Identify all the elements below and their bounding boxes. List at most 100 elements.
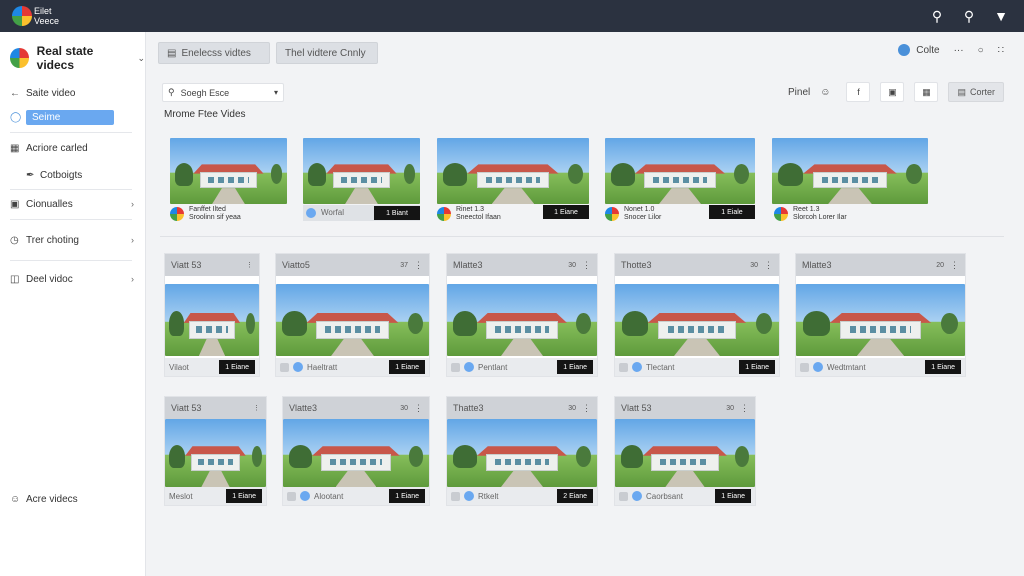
checkbox-icon[interactable] [619,362,628,372]
card-header: Vlatt 53 30 ⋮ [615,397,755,419]
video-card[interactable]: Vlatte3 30 ⋮ Alootant 1 Eiane [282,396,430,506]
image-icon[interactable]: ▣ [880,82,905,102]
actions-bar: Pinel ☺ f ▣ ▦ ▤ Corter [788,82,1004,102]
count-label: 30 [750,261,758,269]
corter-label: Corter [969,87,995,97]
checkbox-icon[interactable] [280,362,289,372]
card-foot-label: Rtkelt [478,491,499,501]
video-thumb[interactable] [615,419,755,487]
featured-thumb-3[interactable] [437,138,589,204]
sidebar-item-cionualles[interactable]: ▣ Cionualles › [10,195,134,213]
sidebar-item-acriore-carled[interactable]: ▦ Acriore carled [10,139,134,157]
featured-title: Nonet 1.0 [624,206,655,213]
more-icon[interactable]: ⋮ [582,403,591,414]
card-title: Vlatt 53 [621,403,652,413]
corter-button[interactable]: ▤ Corter [948,82,1004,102]
more-icon[interactable]: ⋮ [764,260,773,271]
calendar-icon[interactable]: ▦ [914,82,939,102]
more-icon[interactable]: ⋮ [253,404,260,412]
chevron-right-icon: › [131,235,134,245]
featured-subtitle: Sneectol Ifaan [456,214,501,221]
sidebar-item-seime[interactable]: ◯ Seime [10,108,134,126]
checkbox-icon[interactable] [619,491,628,501]
avatar [437,207,451,221]
video-thumb[interactable] [615,284,779,356]
featured-thumb-2[interactable] [303,138,420,204]
featured-title: Reet 1.3 [793,206,820,213]
video-card[interactable]: Vlatt 53 30 ⋮ Caorbsant 1 Eiane [614,396,756,506]
filter-button-enelecss[interactable]: ▤ Enelecss vidtes [158,42,270,64]
video-card[interactable]: Viatt 53 ⋮ Meslot 1 Eiane [164,396,267,506]
featured-thumb-4[interactable] [605,138,755,204]
video-card[interactable]: Mlatte3 30 ⋮ Pentlant 1 Eiane [446,253,598,377]
count-label: 30 [400,404,408,412]
avatar [813,362,823,372]
card-foot-label: Vilaot [169,362,189,372]
featured-thumb-5[interactable] [772,138,928,204]
facebook-icon[interactable]: f [846,82,871,102]
more-icon[interactable]: ⋮ [582,260,591,271]
more-icon[interactable]: ⋮ [246,261,253,269]
video-thumb[interactable] [165,419,266,487]
video-thumb[interactable] [447,419,597,487]
card-foot-label: Haeltratt [307,362,338,372]
list-icon: ▤ [167,47,177,59]
sidebar-item-saite-video[interactable]: ← Saite video [10,84,134,102]
top-bar: Eilet Veece ⚲ ⚲ ▼ [0,0,1024,32]
checkbox-icon[interactable] [451,491,460,501]
dropdown-icon[interactable]: ▼ [992,7,1010,25]
card-title: Mlatte3 [802,260,832,270]
more-icon[interactable]: ⋮ [414,403,423,414]
video-card[interactable]: Viatto5 37 ⋮ Haeltratt 1 Eiane [275,253,430,377]
card-header: Viatto5 37 ⋮ [276,254,429,276]
featured-foot-2: Worfal 1 Biant [303,205,420,221]
colte-label: Colte [916,44,940,56]
card-title: Viatt 53 [171,260,202,270]
video-card[interactable]: Viatt 53 ⋮ Vilaot 1 Eiane [164,253,260,377]
checkbox-icon[interactable] [451,362,460,372]
search-dropdown[interactable]: ⚲ Soegh Esce ▾ [162,83,284,102]
circle-icon[interactable]: ○ [978,45,984,56]
sidebar-item-label: Acriore carled [26,142,88,154]
filter-button-thel[interactable]: Thel vidtere Cnnly [276,42,378,64]
card-title: Viatto5 [282,260,310,270]
card-header: Thotte3 30 ⋮ [615,254,779,276]
video-thumb[interactable] [165,284,259,356]
section-divider [160,236,1004,237]
card-title: Viatt 53 [171,403,202,413]
user-icon[interactable]: ☺ [820,87,830,98]
avatar [632,362,642,372]
checkbox-icon[interactable] [287,491,296,501]
checkbox-icon[interactable] [800,362,809,372]
featured-subtitle: Snocer Lilor [624,214,662,221]
duration-badge: 1 Eiane [715,489,751,503]
brand-logo-icon [10,48,29,68]
sidebar-item-trer-choting[interactable]: ◷ Trer choting › [10,231,134,249]
toolbar-right: Colte ··· ○ ∷ [898,44,1004,56]
video-card[interactable]: Thotte3 30 ⋮ Tlectant 1 Eiane [614,253,780,377]
featured-thumb-1[interactable] [170,138,287,204]
video-thumb[interactable] [283,419,429,487]
sidebar-item-deel-vidoc[interactable]: ◫ Deel vidoc › [10,270,134,288]
video-thumb[interactable] [796,284,965,356]
more-icon[interactable]: ⋮ [414,260,423,271]
search-icon[interactable]: ⚲ [928,7,946,25]
video-thumb[interactable] [447,284,597,356]
sidebar-item-acre-videcs[interactable]: ☺ Acre videcs [10,490,134,508]
more-icon[interactable]: ⋮ [950,260,959,271]
apps-grid-icon[interactable]: ∷ [998,45,1004,56]
avatar [170,207,184,221]
magnifier-icon[interactable]: ⚲ [960,7,978,25]
more-icon[interactable]: ··· [954,45,964,56]
video-thumb[interactable] [276,284,429,356]
brand[interactable]: Real state videcs ⌄ [10,44,145,72]
card-title: Thatte3 [453,403,484,413]
colte-button[interactable]: Colte [898,44,940,56]
more-icon[interactable]: ⋮ [740,403,749,414]
card-foot-label: Meslot [169,491,193,501]
featured-info-3: Rinet 1.3 Sneectol Ifaan [437,206,501,222]
sidebar-item-cotboigts[interactable]: ✒ Cotboigts [26,166,134,184]
video-card[interactable]: Thatte3 30 ⋮ Rtkelt 2 Eiane [446,396,598,506]
chat-icon: ▣ [10,198,20,210]
video-card[interactable]: Mlatte3 20 ⋮ Wedtmtant 1 Eiane [795,253,966,377]
